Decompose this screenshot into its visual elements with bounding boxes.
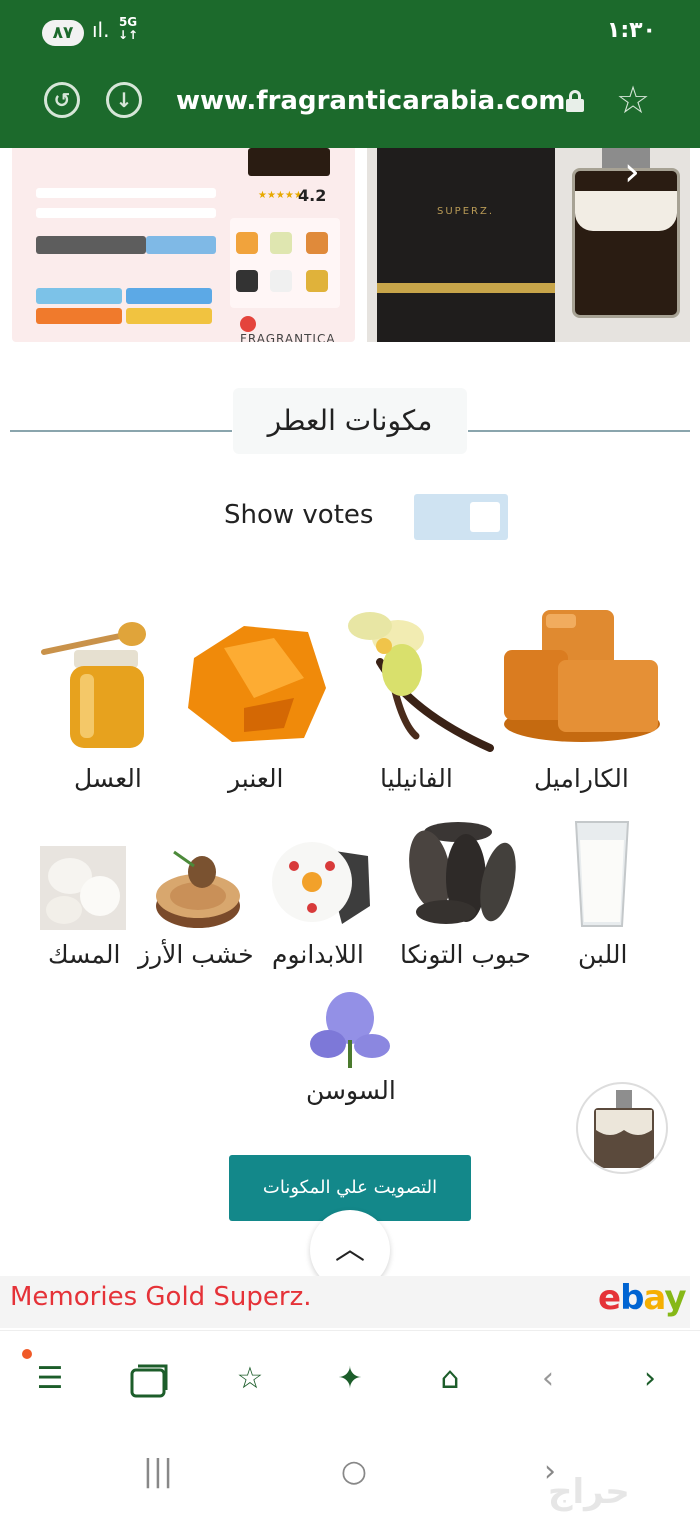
perfume-box: SUPERZ. xyxy=(377,148,555,342)
star-icon[interactable]: ☆ xyxy=(616,78,650,122)
note-label[interactable]: حبوب التونكا xyxy=(400,940,531,969)
product-thumbnail-avatar[interactable] xyxy=(576,1082,668,1174)
divider xyxy=(468,430,690,432)
recent-apps-icon[interactable]: ||| xyxy=(128,1450,188,1494)
fragrantica-logo: FRAGRANTICA xyxy=(240,316,355,342)
home-button-icon[interactable]: ○ xyxy=(324,1450,384,1494)
address-bar[interactable]: ↺ ↓ www.fragranticarabia.com ☆ xyxy=(0,78,700,128)
note-label[interactable]: اللبن xyxy=(578,940,627,969)
home-icon[interactable]: ⌂ xyxy=(420,1351,480,1407)
note-label[interactable]: المسك xyxy=(48,940,120,969)
note-label[interactable]: الفانيليا xyxy=(380,764,453,793)
network-type: 5G ↓↑ xyxy=(118,15,139,42)
note-label[interactable]: خشب الأرز xyxy=(138,940,254,969)
vanilla-icon[interactable] xyxy=(340,602,494,752)
honey-icon[interactable] xyxy=(40,620,150,750)
rating-stars: ★★★★★ xyxy=(258,190,303,201)
musk-icon[interactable] xyxy=(40,846,126,930)
note-label[interactable]: السوسن xyxy=(306,1076,396,1105)
note-label[interactable]: العسل xyxy=(74,764,142,793)
system-navigation-bar: ||| ○ › حراج xyxy=(0,1426,700,1517)
forward-icon[interactable]: › xyxy=(620,1351,680,1407)
download-icon[interactable]: ↓ xyxy=(106,82,142,118)
gallery-next-arrow[interactable]: › xyxy=(612,148,652,196)
show-votes-label: Show votes xyxy=(224,500,374,530)
bookmarks-icon[interactable]: ☆ xyxy=(220,1351,280,1407)
ebay-logo[interactable]: ebay xyxy=(598,1278,686,1318)
browser-top-bar: ٨٧ ıl. 5G ↓↑ ١:٣٠ ↺ ↓ www.fragranticarabi… xyxy=(0,0,700,148)
ebay-ad-banner[interactable]: Memories Gold Superz. ebay xyxy=(0,1276,690,1328)
watermark: حراج xyxy=(548,1472,630,1512)
labdanum-icon[interactable] xyxy=(272,836,372,930)
section-title: مكونات العطر xyxy=(233,388,467,454)
signal-icon: ıl. xyxy=(92,18,110,42)
image-gallery[interactable]: ★★★★★ 4.2 FRAGRANTICA SUPERZ. xyxy=(12,148,692,342)
show-votes-toggle[interactable] xyxy=(414,494,508,540)
ai-sparkle-icon[interactable]: ✦ xyxy=(320,1351,380,1407)
reload-icon[interactable]: ↺ xyxy=(44,82,80,118)
note-label[interactable]: العنبر xyxy=(228,764,284,793)
back-icon[interactable]: ‹ xyxy=(518,1351,578,1407)
caramel-icon[interactable] xyxy=(502,606,662,746)
tabs-icon[interactable] xyxy=(120,1351,180,1407)
iris-icon[interactable] xyxy=(310,990,390,1068)
status-bar: ٨٧ ıl. 5G ↓↑ ١:٣٠ xyxy=(0,14,700,54)
url-text[interactable]: www.fragranticarabia.com xyxy=(176,86,565,116)
lock-icon[interactable] xyxy=(566,90,584,112)
milk-icon[interactable] xyxy=(572,818,632,930)
menu-icon[interactable]: ☰ xyxy=(20,1351,80,1407)
notes-section-header: مكونات العطر xyxy=(0,388,700,454)
note-label[interactable]: الكاراميل xyxy=(534,764,629,793)
gallery-image-fragrantica-card[interactable]: ★★★★★ 4.2 FRAGRANTICA xyxy=(12,148,355,342)
clock: ١:٣٠ xyxy=(606,18,656,43)
rating-value: 4.2 xyxy=(298,186,327,205)
browser-bottom-bar: ☰ ☆ ✦ ⌂ ‹ › xyxy=(0,1330,700,1426)
amber-icon[interactable] xyxy=(184,618,328,746)
divider xyxy=(10,430,232,432)
tonka-icon[interactable] xyxy=(402,818,516,930)
note-label[interactable]: اللابدانوم xyxy=(272,940,364,969)
ad-text[interactable]: Memories Gold Superz. xyxy=(10,1282,312,1312)
notes-mini-card xyxy=(230,218,340,308)
battery-indicator: ٨٧ xyxy=(42,20,84,46)
cedar-icon[interactable] xyxy=(154,846,242,930)
